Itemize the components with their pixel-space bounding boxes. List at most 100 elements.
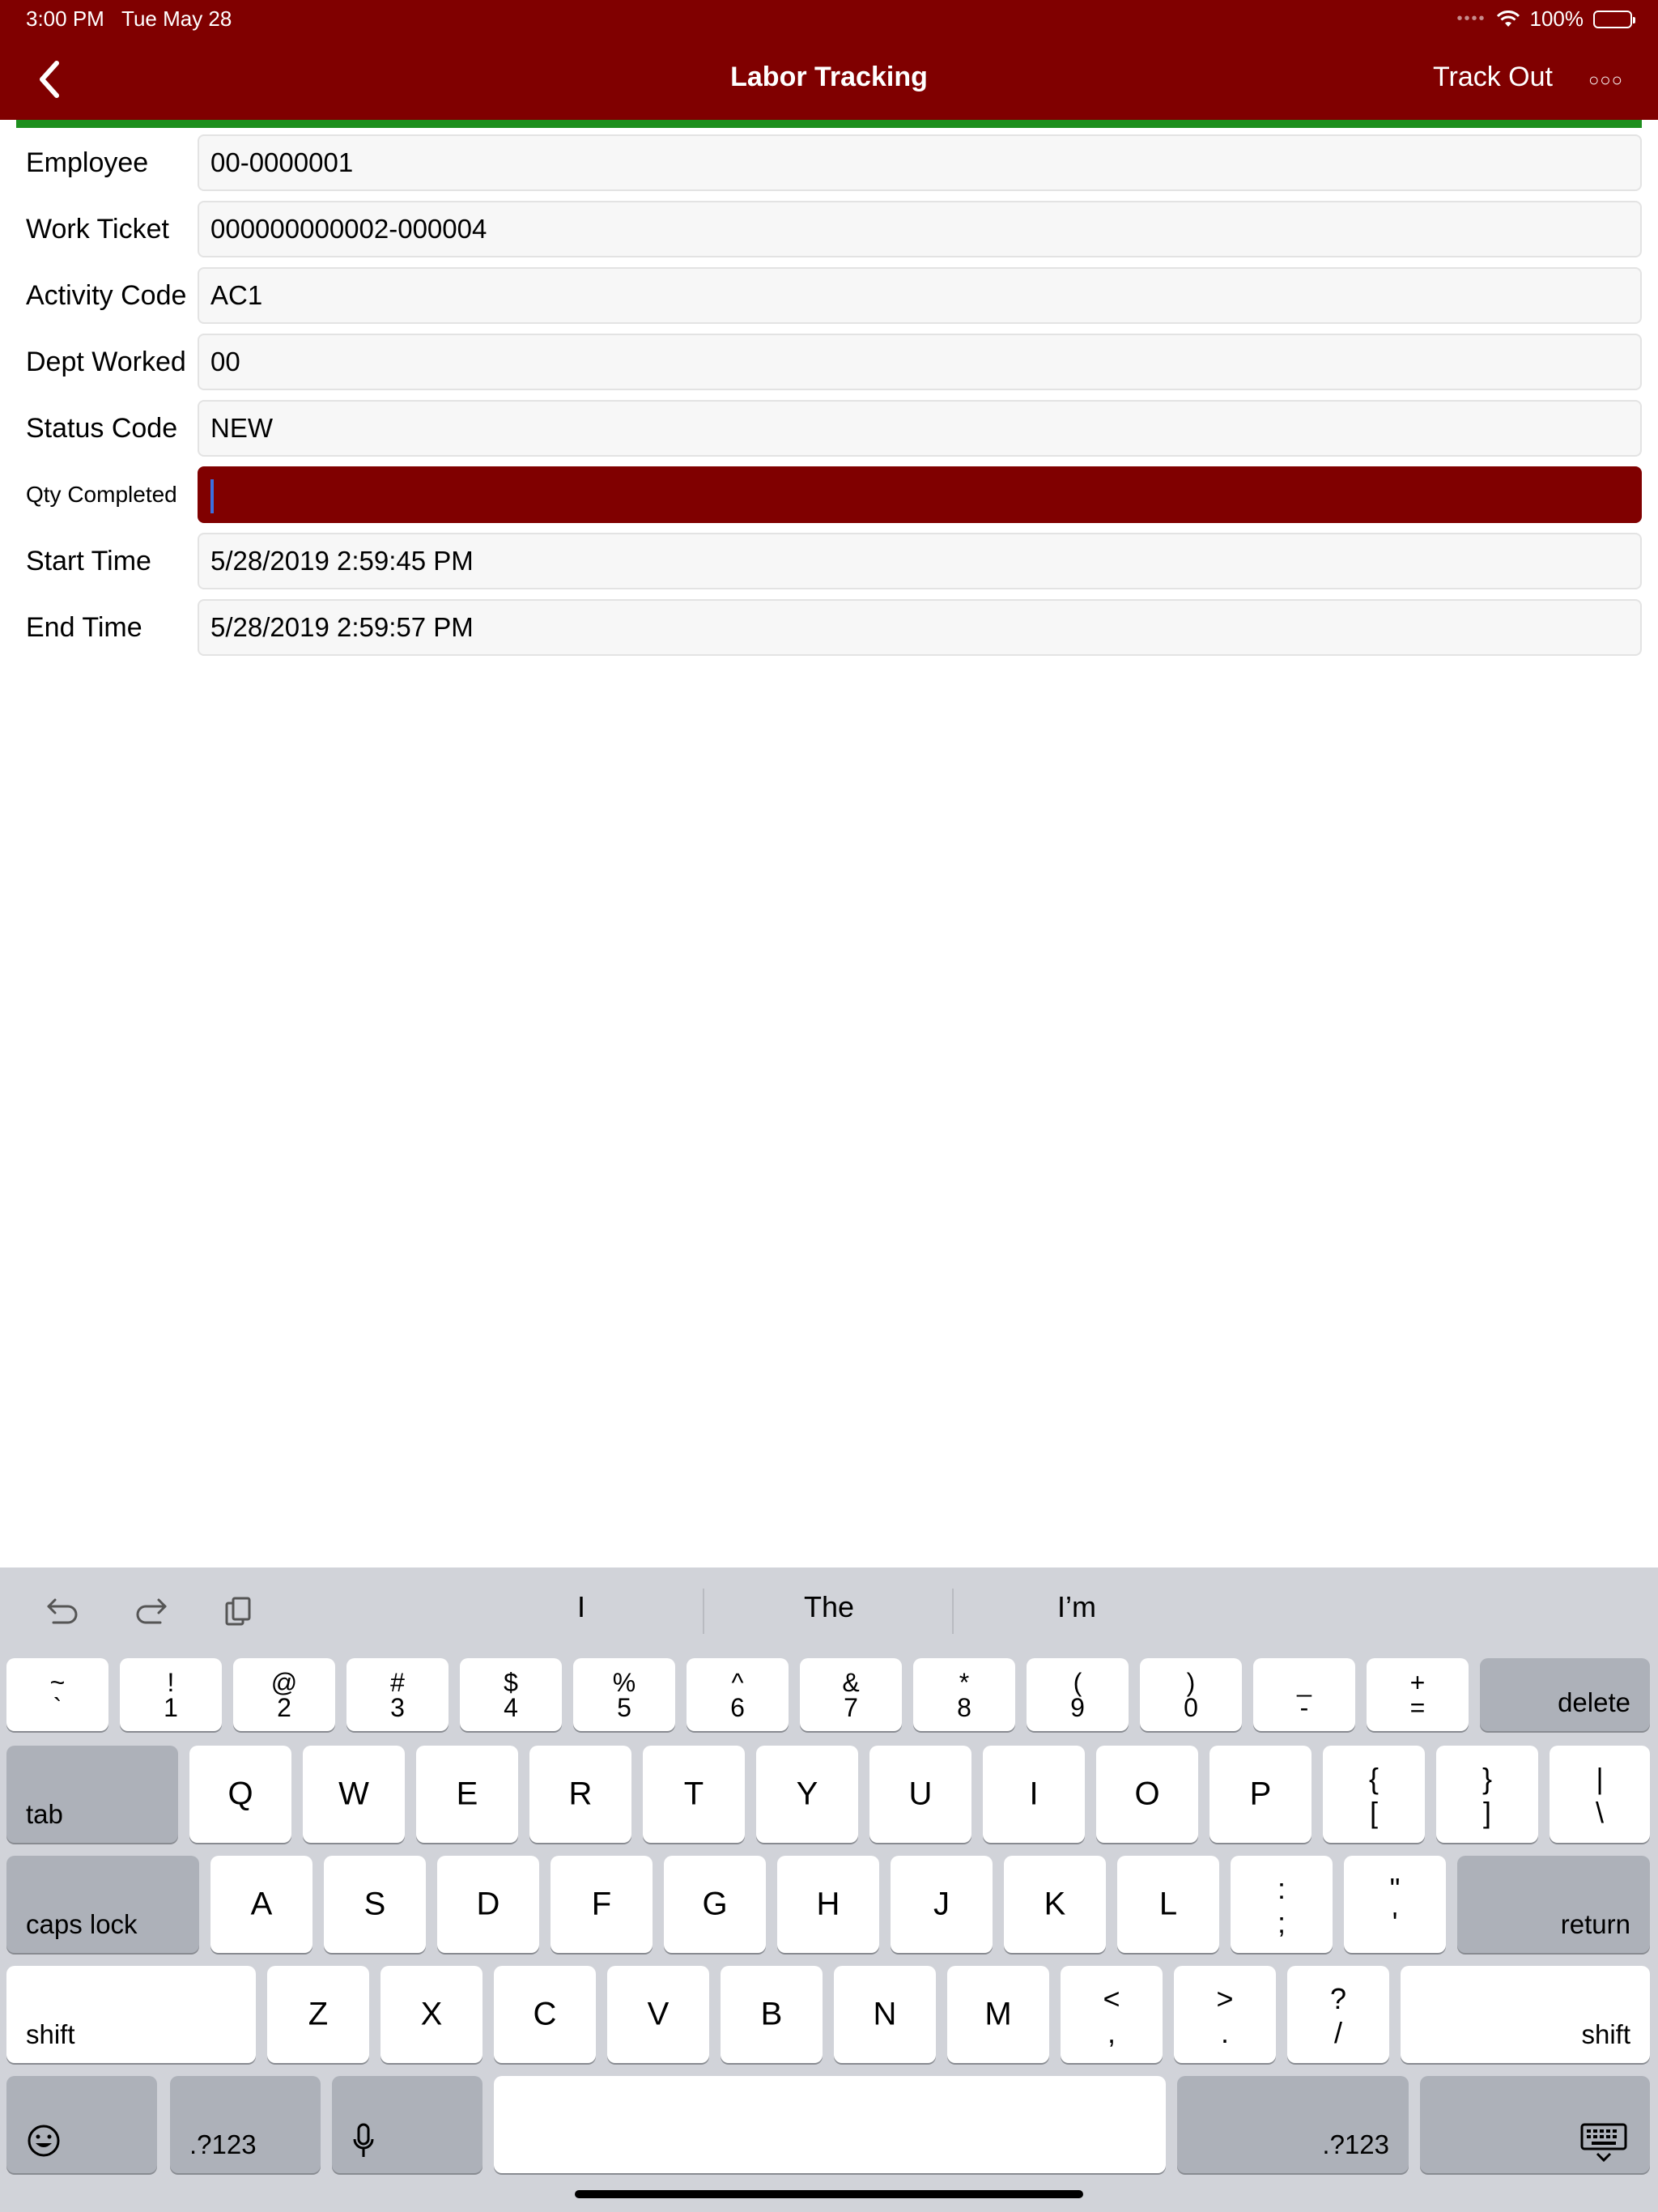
qty-completed-field[interactable] (198, 466, 1642, 523)
key-n[interactable]: N (834, 1966, 936, 2063)
date: Tue May 28 (121, 6, 232, 31)
key-backslash[interactable]: | \ (1550, 1746, 1650, 1843)
undo-icon[interactable] (44, 1595, 83, 1627)
key-0[interactable]: ) 0 (1140, 1658, 1242, 1731)
clock: 3:00 PM (26, 6, 104, 31)
activity-code-field[interactable]: AC1 (198, 267, 1642, 324)
start-time-label: Start Time (26, 546, 151, 576)
caps-lock-key[interactable]: caps lock (6, 1856, 199, 1953)
work-ticket-label: Work Ticket (26, 214, 169, 245)
numbers-right-key[interactable]: .?123 (1177, 2076, 1409, 2173)
suggestion-3[interactable]: I’m (955, 1590, 1198, 1624)
return-key[interactable]: return (1457, 1856, 1650, 1953)
key-t[interactable]: T (643, 1746, 745, 1843)
page-title: Labor Tracking (730, 62, 928, 92)
form-row-qty-completed: Qty Completed (16, 466, 1642, 533)
key-left-bracket[interactable]: {[ (1323, 1746, 1425, 1843)
form-row-activity-code: Activity Code AC1 (16, 267, 1642, 334)
labor-tracking-form: Employee 00-0000001 Work Ticket 00000000… (16, 134, 1642, 666)
key-slash[interactable]: ? / (1287, 1966, 1389, 2063)
employee-label: Employee (26, 147, 149, 178)
form-row-work-ticket: Work Ticket 000000000002-000004 (16, 201, 1642, 267)
form-row-employee: Employee 00-0000001 (16, 134, 1642, 201)
numbers-left-key[interactable]: .?123 (170, 2076, 321, 2173)
key-p[interactable]: P (1209, 1746, 1312, 1843)
employee-field[interactable]: 00-0000001 (198, 134, 1642, 191)
key-c[interactable]: C (494, 1966, 596, 2063)
key-x[interactable]: X (380, 1966, 483, 2063)
dictation-key[interactable] (332, 2076, 483, 2173)
work-ticket-field[interactable]: 000000000002-000004 (198, 201, 1642, 257)
key-b[interactable]: B (721, 1966, 823, 2063)
key-i[interactable]: I (983, 1746, 1085, 1843)
key-r[interactable]: R (529, 1746, 631, 1843)
key-equals[interactable]: + = (1367, 1658, 1469, 1731)
key-backtick[interactable]: ~ ` (6, 1658, 108, 1731)
key-w[interactable]: W (303, 1746, 405, 1843)
key-f[interactable]: F (551, 1856, 653, 1953)
key-period[interactable]: >. (1174, 1966, 1276, 2063)
suggestion-2[interactable]: The (708, 1590, 950, 1624)
key-6[interactable]: ^ 6 (687, 1658, 789, 1731)
form-row-status-code: Status Code NEW (16, 400, 1642, 466)
key-2[interactable]: @2 (233, 1658, 335, 1731)
key-7[interactable]: & 7 (800, 1658, 902, 1731)
space-key[interactable] (494, 2076, 1166, 2173)
key-l[interactable]: L (1117, 1856, 1219, 1953)
shift-left-key[interactable]: shift (6, 1966, 256, 2063)
paste-icon[interactable] (220, 1595, 259, 1627)
tab-key[interactable]: tab (6, 1746, 178, 1843)
key-m[interactable]: M (947, 1966, 1049, 2063)
text-cursor (210, 479, 214, 513)
track-out-button[interactable]: Track Out (1433, 62, 1553, 93)
more-options-button[interactable]: ○○○ (1588, 70, 1623, 91)
key-s[interactable]: S (324, 1856, 426, 1953)
key-z[interactable]: Z (267, 1966, 369, 2063)
delete-key[interactable]: delete (1480, 1658, 1650, 1731)
key-q[interactable]: Q (189, 1746, 291, 1843)
key-minus[interactable]: _ - (1253, 1658, 1355, 1731)
wifi-icon (1496, 10, 1520, 27)
status-code-field[interactable]: NEW (198, 400, 1642, 457)
key-g[interactable]: G (664, 1856, 766, 1953)
key-4[interactable]: $4 (460, 1658, 562, 1731)
redo-icon[interactable] (131, 1595, 170, 1627)
start-time-field[interactable]: 5/28/2019 2:59:45 PM (198, 533, 1642, 589)
key-comma[interactable]: <, (1061, 1966, 1163, 2063)
key-k[interactable]: K (1004, 1856, 1106, 1953)
key-3[interactable]: #3 (346, 1658, 449, 1731)
key-v[interactable]: V (607, 1966, 709, 2063)
dismiss-keyboard-key[interactable] (1420, 2076, 1650, 2173)
key-y[interactable]: Y (756, 1746, 858, 1843)
form-row-start-time: Start Time 5/28/2019 2:59:45 PM (16, 533, 1642, 599)
microphone-icon (353, 2123, 374, 2157)
qty-completed-label: Qty Completed (26, 482, 177, 507)
dept-worked-label: Dept Worked (26, 347, 186, 377)
keyboard-shortcut-bar: I The I’m (0, 1568, 1658, 1657)
end-time-label: End Time (26, 612, 142, 643)
key-5[interactable]: % 5 (573, 1658, 675, 1731)
key-d[interactable]: D (437, 1856, 539, 1953)
end-time-field[interactable]: 5/28/2019 2:59:57 PM (198, 599, 1642, 656)
key-quote[interactable]: " ' (1344, 1856, 1446, 1953)
key-8[interactable]: * 8 (913, 1658, 1015, 1731)
emoji-key[interactable] (6, 2076, 157, 2173)
key-9[interactable]: (9 (1027, 1658, 1129, 1731)
on-screen-keyboard: I The I’m ~ ` ! 1 @2 #3 $4 % 5 ^ 6 & 7 * 8 (9 … (0, 1568, 1658, 2212)
key-semicolon[interactable]: :; (1231, 1856, 1333, 1953)
emoji-icon (28, 2125, 60, 2157)
status-code-label: Status Code (26, 413, 178, 444)
suggestion-1[interactable]: I (460, 1590, 703, 1624)
battery-icon (1593, 10, 1635, 28)
key-a[interactable]: A (210, 1856, 312, 1953)
home-indicator[interactable] (575, 2190, 1083, 2198)
key-1[interactable]: ! 1 (120, 1658, 222, 1731)
dept-worked-field[interactable]: 00 (198, 334, 1642, 390)
key-o[interactable]: O (1096, 1746, 1198, 1843)
key-u[interactable]: U (869, 1746, 971, 1843)
key-h[interactable]: H (777, 1856, 879, 1953)
key-e[interactable]: E (416, 1746, 518, 1843)
shift-right-key[interactable]: shift (1401, 1966, 1650, 2063)
key-j[interactable]: J (891, 1856, 993, 1953)
key-right-bracket[interactable]: }] (1436, 1746, 1538, 1843)
